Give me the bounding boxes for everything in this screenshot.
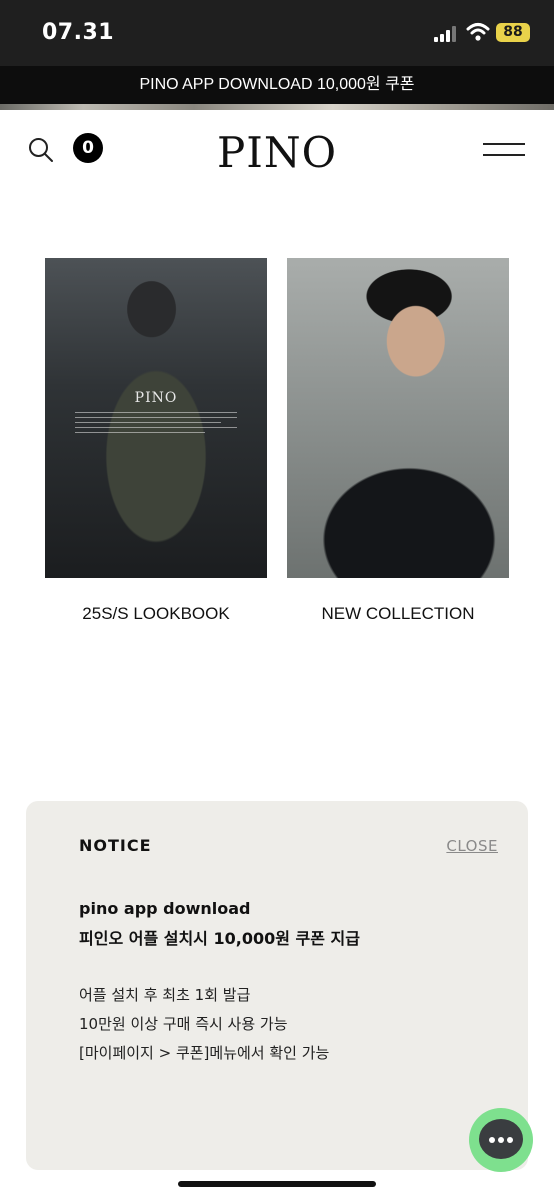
notice-body: 어플 설치 후 최초 1회 발급 10만원 이상 구매 즉시 사용 가능 [마이… xyxy=(79,981,329,1068)
cellular-signal-icon xyxy=(434,26,460,42)
battery-indicator: 88 xyxy=(496,23,530,42)
home-indicator xyxy=(178,1181,376,1187)
wifi-icon xyxy=(466,23,490,41)
close-button[interactable]: CLOSE xyxy=(446,837,498,855)
notice-headline-line: pino app download xyxy=(79,899,251,918)
chat-button[interactable] xyxy=(469,1108,533,1172)
brand-logo[interactable]: PINO xyxy=(0,128,554,177)
lookbook-label[interactable]: 25S/S LOOKBOOK xyxy=(45,604,267,624)
banner-image-strip xyxy=(0,104,554,110)
status-bar: 07.31 88 xyxy=(0,0,554,66)
notice-headline-line: 피인오 어플 설치시 10,000원 쿠폰 지급 xyxy=(79,929,360,948)
new-collection-image[interactable] xyxy=(287,258,509,578)
lookbook-image[interactable]: PINO xyxy=(45,258,267,578)
new-collection-card[interactable]: NEW COLLECTION xyxy=(287,258,509,624)
promo-banner[interactable]: PINO APP DOWNLOAD 10,000원 쿠폰 xyxy=(0,66,554,104)
notice-body-line: 어플 설치 후 최초 1회 발급 xyxy=(79,986,251,1004)
chat-bubble-icon xyxy=(479,1119,523,1159)
status-time: 07.31 xyxy=(42,20,115,45)
notice-body-line: [마이페이지 > 쿠폰]메뉴에서 확인 가능 xyxy=(79,1044,330,1062)
notice-title: NOTICE xyxy=(79,836,152,855)
new-collection-label[interactable]: NEW COLLECTION xyxy=(287,604,509,624)
lookbook-image-text xyxy=(75,412,237,437)
lookbook-image-logo: PINO xyxy=(134,390,178,406)
notice-body-line: 10만원 이상 구매 즉시 사용 가능 xyxy=(79,1015,288,1033)
notice-popup: NOTICE CLOSE pino app download 피인오 어플 설치… xyxy=(26,801,528,1170)
lookbook-card[interactable]: PINO 25S/S LOOKBOOK xyxy=(45,258,267,624)
notice-headline: pino app download 피인오 어플 설치시 10,000원 쿠폰 … xyxy=(79,894,360,954)
hamburger-menu-icon[interactable] xyxy=(483,142,525,158)
